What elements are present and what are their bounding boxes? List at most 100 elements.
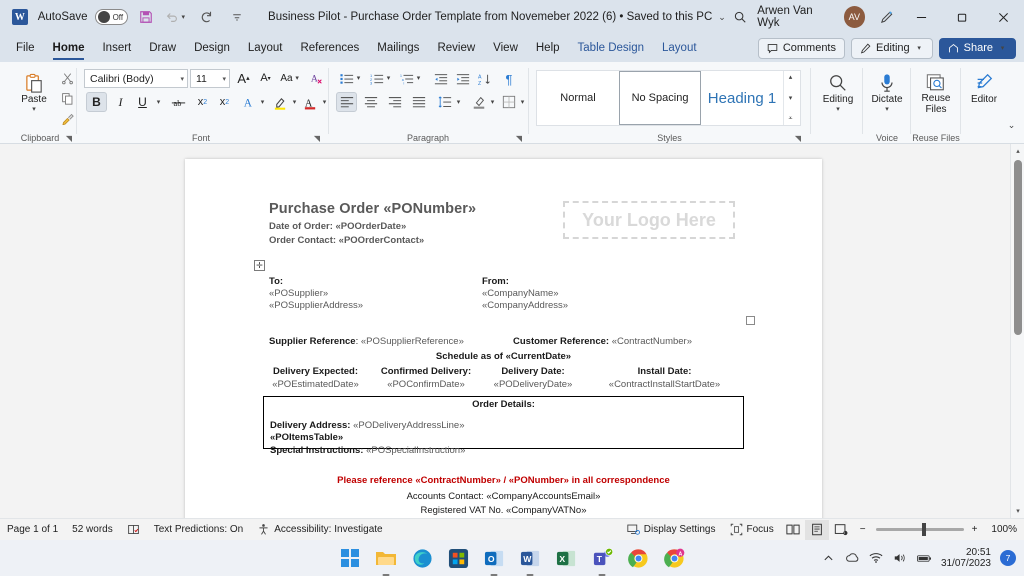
scroll-down-arrow-icon[interactable]: ▾ [1011,504,1024,518]
paragraph-marks-icon[interactable]: ¶ [498,69,520,89]
tab-home[interactable]: Home [44,36,94,60]
style-normal[interactable]: Normal [537,71,619,125]
clipboard-dialog-launcher[interactable]: ◥ [66,134,72,143]
styles-scroll-up-icon[interactable]: ▴ [789,73,793,81]
tab-view[interactable]: View [484,36,527,60]
numbering-chevron-down-icon[interactable]: ▾ [384,74,393,82]
document-canvas[interactable]: Purchase Order «PONumber» Date of Order:… [0,144,1024,518]
tab-review[interactable]: Review [428,36,484,60]
tab-references[interactable]: References [291,36,368,60]
paste-button[interactable]: Paste ▾ [12,68,56,113]
format-painter-icon[interactable] [56,108,78,128]
outlook-icon[interactable]: O [482,546,506,576]
line-spacing-chevron-down-icon[interactable]: ▾ [454,98,463,106]
decrease-indent-icon[interactable] [430,69,452,89]
document-title[interactable]: Business Pilot - Purchase Order Template… [268,11,712,23]
highlight-color-icon[interactable] [270,92,291,112]
chevron-up-icon[interactable] [821,551,836,566]
editor-button[interactable]: Editor [962,68,1006,105]
page-indicator[interactable]: Page 1 of 1 [0,519,65,541]
close-button[interactable] [983,1,1024,33]
proofing-errors-icon[interactable] [120,519,147,541]
increase-indent-icon[interactable] [452,69,474,89]
font-size-chevron-down-icon[interactable]: ▾ [222,75,226,83]
align-center-icon[interactable] [360,92,381,112]
scroll-up-arrow-icon[interactable]: ▴ [1011,144,1024,158]
zoom-in-button[interactable]: + [972,519,985,541]
table-move-handle-icon[interactable]: ✛ [254,260,265,271]
web-layout-icon[interactable]: i [829,520,853,540]
start-button[interactable] [338,546,362,570]
shrink-font-button[interactable]: A ▾ [255,68,276,88]
styles-dialog-launcher[interactable]: ◥ [795,134,801,143]
text-predictions[interactable]: Text Predictions: On [147,519,250,541]
order-details-box[interactable]: Order Details: Delivery Address: «PODeli… [263,396,744,456]
battery-icon[interactable] [917,551,932,566]
bold-button[interactable]: B [86,92,107,112]
avatar[interactable]: AV [843,6,866,28]
align-right-icon[interactable] [384,92,405,112]
share-chevron-down-icon[interactable]: ▾ [998,44,1007,52]
editing-group-chevron-down-icon[interactable]: ▾ [834,105,843,113]
zoom-level[interactable]: 100% [984,519,1024,541]
undo-icon[interactable]: ▾ [164,4,190,30]
tab-mailings[interactable]: Mailings [368,36,428,60]
comments-button[interactable]: Comments [757,37,845,59]
paragraph-dialog-launcher[interactable]: ◥ [516,134,522,143]
focus-mode[interactable]: Focus [723,519,781,541]
share-button[interactable]: Share ▾ [938,37,1016,59]
wifi-icon[interactable] [869,551,884,566]
align-left-icon[interactable] [336,92,357,112]
restore-button[interactable] [942,1,983,33]
bullets-chevron-down-icon[interactable]: ▾ [354,74,363,82]
tab-layout[interactable]: Layout [239,36,292,60]
tab-table-design[interactable]: Table Design [569,36,653,60]
style-heading-1[interactable]: Heading 1 [701,71,783,125]
zoom-out-button[interactable]: − [853,519,868,541]
justify-icon[interactable] [408,92,429,112]
clear-formatting-icon[interactable]: A [306,68,327,88]
borders-chevron-down-icon[interactable]: ▾ [518,98,527,106]
zoom-slider[interactable] [875,523,964,536]
strikethrough-icon[interactable]: ab [168,92,189,112]
copy-icon[interactable] [56,88,78,108]
search-icon[interactable] [726,3,753,31]
undo-dropdown-chevron[interactable]: ▾ [179,13,188,21]
read-mode-icon[interactable] [781,520,805,540]
word-count[interactable]: 52 words [65,519,120,541]
sort-az-icon[interactable]: AZ [474,69,496,89]
tab-insert[interactable]: Insert [93,36,140,60]
grow-font-button[interactable]: A ▴ [233,68,254,88]
save-icon[interactable] [133,4,159,30]
borders-icon[interactable] [498,92,519,112]
multilevel-chevron-down-icon[interactable]: ▾ [414,74,423,82]
clock[interactable]: 20:51 31/07/2023 [941,547,991,570]
underline-button[interactable]: U [132,92,153,112]
print-layout-icon[interactable] [804,519,829,540]
underline-chevron-down-icon[interactable]: ▾ [154,98,163,106]
zoom-slider-thumb[interactable] [921,523,926,536]
editing-chevron-down-icon[interactable]: ▾ [915,44,924,52]
highlight-chevron-down-icon[interactable]: ▾ [290,98,299,106]
collapse-ribbon-icon[interactable]: ⌄ [1007,120,1016,131]
scrollbar-thumb[interactable] [1014,160,1022,335]
google-chrome-profile-icon[interactable]: A [662,546,686,570]
document-page[interactable]: Purchase Order «PONumber» Date of Order:… [185,159,822,518]
reuse-files-button[interactable]: Reuse Files [914,67,958,115]
document-title-chevron-icon[interactable]: ⌄ [718,12,726,23]
accessibility-status[interactable]: Accessibility: Investigate [250,519,389,541]
autosave-toggle[interactable]: Off [94,9,128,25]
editing-group-button[interactable]: Editing ▾ [816,68,860,113]
line-spacing-icon[interactable] [434,92,455,112]
styles-scroll-down-icon[interactable]: ▾ [789,94,793,102]
dictate-chevron-down-icon[interactable]: ▾ [883,105,892,113]
ink-pen-icon[interactable] [873,3,900,31]
dictate-button[interactable]: Dictate ▾ [865,68,909,113]
google-chrome-icon[interactable] [626,546,650,570]
font-dialog-launcher[interactable]: ◥ [314,134,320,143]
shading-icon[interactable] [468,92,489,112]
speaker-icon[interactable] [893,551,908,566]
tab-table-layout[interactable]: Layout [653,36,706,60]
microsoft-edge-icon[interactable] [410,546,434,570]
onedrive-cloud-icon[interactable] [845,551,860,566]
